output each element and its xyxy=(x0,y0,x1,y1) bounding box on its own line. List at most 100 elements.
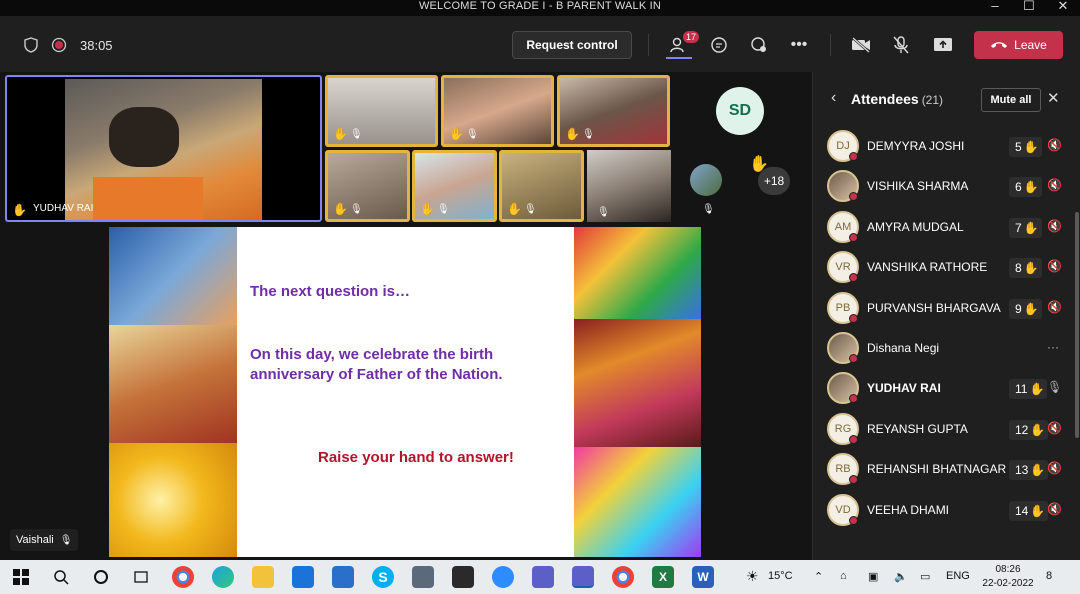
minimize-icon[interactable]: – xyxy=(980,0,1010,12)
overflow-participants-button[interactable]: +18 xyxy=(758,167,790,195)
share-screen-icon[interactable] xyxy=(932,34,954,56)
hand-order: 13 xyxy=(1015,463,1029,478)
avatar: PB xyxy=(827,291,859,324)
slide-prompt: Raise your hand to answer! xyxy=(318,449,514,466)
status-dot xyxy=(849,515,858,525)
participant-tile[interactable]: ✋ 🎙 xyxy=(412,150,497,222)
raised-hand-badge: 7 ✋ xyxy=(1009,217,1042,238)
edge-icon[interactable] xyxy=(212,566,234,588)
camera-off-icon[interactable] xyxy=(850,34,872,56)
leave-button[interactable]: Leave xyxy=(974,31,1063,59)
attendee-list: DJ DEMYYRA JOSHI 5 ✋ 🔇 VISHIKA SHARMA 6 ✋ 🔇 AM AMY… xyxy=(813,126,1080,560)
raised-hand-badge: 11 ✋ xyxy=(1009,379,1048,400)
mic-off-icon[interactable]: 🔇 xyxy=(1047,502,1062,516)
close-panel-icon[interactable]: ✕ xyxy=(1047,89,1060,107)
excel-icon[interactable]: X xyxy=(652,566,674,588)
status-dot xyxy=(849,313,858,323)
weather-temp[interactable]: 15°C xyxy=(768,570,793,582)
raised-hand-badge: 8 ✋ xyxy=(1009,258,1042,279)
mic-off-icon[interactable]: 🔇 xyxy=(1047,138,1062,152)
attendee-row[interactable]: PB PURVANSH BHARGAVA 9 ✋ 🔇 xyxy=(825,290,1075,326)
meeting-title: WELCOME TO GRADE I - B PARENT WALK IN xyxy=(418,0,662,12)
raised-hand-badge: 6 ✋ xyxy=(1009,177,1042,198)
clock[interactable]: 08:26 22-02-2022 xyxy=(978,563,1038,591)
attendee-row[interactable]: AM AMYRA MUDGAL 7 ✋ 🔇 xyxy=(825,209,1075,245)
status-dot xyxy=(849,192,858,202)
more-options-icon[interactable]: ··· xyxy=(1047,340,1059,354)
attendee-name: VANSHIKA RATHORE xyxy=(867,260,988,275)
file-explorer-icon[interactable] xyxy=(252,566,274,588)
mic-off-icon[interactable]: 🔇 xyxy=(1047,300,1062,314)
attendee-row[interactable]: RB REHANSHI BHATNAGAR 13 ✋ 🔇 xyxy=(825,451,1075,487)
task-view-icon[interactable] xyxy=(130,566,152,588)
raised-hand-icon: ✋ xyxy=(449,127,464,141)
mic-off-icon[interactable]: 🔇 xyxy=(1047,421,1062,435)
request-control-button[interactable]: Request control xyxy=(512,31,632,59)
store-icon[interactable] xyxy=(292,566,314,588)
windows-start-icon[interactable] xyxy=(10,566,32,588)
close-icon[interactable]: ✕ xyxy=(1048,0,1078,12)
back-chevron-icon[interactable]: ‹ xyxy=(831,89,836,107)
meeting-timer: 38:05 xyxy=(80,38,113,53)
meet-now-icon[interactable]: ▣ xyxy=(868,570,878,583)
mail-icon[interactable] xyxy=(332,566,354,588)
volume-icon[interactable]: 🔈 xyxy=(894,570,908,583)
chrome-icon[interactable] xyxy=(612,566,634,588)
raised-hand-icon: ✋ xyxy=(565,127,580,141)
maximize-icon[interactable]: ☐ xyxy=(1014,0,1044,12)
attendee-row[interactable]: YUDHAV RAI 11 ✋ 🎙 xyxy=(825,370,1075,406)
time: 08:26 xyxy=(995,564,1021,575)
teams-icon[interactable] xyxy=(532,566,554,588)
notification-icon[interactable]: 8 xyxy=(1046,570,1052,582)
attendee-row[interactable]: RG REYANSH GUPTA 12 ✋ 🔇 xyxy=(825,411,1075,447)
attendee-row[interactable]: VISHIKA SHARMA 6 ✋ 🔇 xyxy=(825,168,1075,204)
participant-tile[interactable]: ✋ 🎙 xyxy=(557,75,670,147)
raised-hand-icon: ✋ xyxy=(333,127,348,141)
participant-tile[interactable]: ✋ 🎙 xyxy=(325,75,438,147)
raised-hand-icon: ✋ xyxy=(1023,180,1039,195)
participant-tile[interactable]: ✋ 🎙 xyxy=(441,75,554,147)
avatar-initials: RG xyxy=(834,422,852,435)
search-icon[interactable] xyxy=(50,566,72,588)
zoom-icon[interactable] xyxy=(492,566,514,588)
mute-all-button[interactable]: Mute all xyxy=(981,88,1041,112)
reactions-icon[interactable] xyxy=(748,34,770,56)
language[interactable]: ENG xyxy=(946,570,970,582)
status-dot xyxy=(849,475,858,485)
chevron-up-icon[interactable]: ⌃ xyxy=(814,570,823,583)
attendee-row[interactable]: VR VANSHIKA RATHORE 8 ✋ 🔇 xyxy=(825,249,1075,285)
avatar[interactable] xyxy=(690,164,722,196)
performance-icon[interactable] xyxy=(452,566,474,588)
chat-icon[interactable] xyxy=(708,34,730,56)
mic-off-icon: 🎙 xyxy=(524,204,537,215)
skype-icon[interactable]: S xyxy=(372,566,394,588)
mic-off-icon[interactable]: 🔇 xyxy=(1047,259,1062,273)
avatar xyxy=(827,372,859,405)
phone-hangup-icon xyxy=(991,42,1008,48)
chrome-icon[interactable] xyxy=(172,566,194,588)
mic-off-icon[interactable]: 🔇 xyxy=(1047,219,1062,233)
attendee-row[interactable]: DJ DEMYYRA JOSHI 5 ✋ 🔇 xyxy=(825,128,1075,164)
mic-off-icon[interactable] xyxy=(890,34,912,56)
cortana-icon[interactable] xyxy=(90,566,112,588)
word-icon[interactable]: W xyxy=(692,566,714,588)
teams-active-icon[interactable] xyxy=(572,566,594,588)
shield-icon[interactable] xyxy=(20,34,42,56)
attendee-row[interactable]: Dishana Negi ··· xyxy=(825,330,1075,366)
network-icon[interactable]: ⌂ xyxy=(840,570,847,582)
more-options-icon[interactable]: ••• xyxy=(788,34,810,56)
attendee-row[interactable]: VD VEEHA DHAMI 14 ✋ 🔇 xyxy=(825,492,1075,528)
avatar[interactable]: SD xyxy=(716,87,764,135)
mic-off-icon[interactable]: 🔇 xyxy=(1047,461,1062,475)
mic-on-icon[interactable]: 🎙 xyxy=(1047,380,1062,394)
participant-tile[interactable]: ✋ 🎙 xyxy=(499,150,584,222)
mic-off-icon: 🎙 xyxy=(350,129,363,140)
participant-tile[interactable]: ✋ 🎙 xyxy=(325,150,410,222)
scrollbar[interactable] xyxy=(1075,212,1079,438)
participant-tile[interactable]: 🎙 xyxy=(587,150,671,222)
main-video-tile[interactable]: ✋ YUDHAV RAI xyxy=(5,75,322,222)
calculator-icon[interactable] xyxy=(412,566,434,588)
avatar: RG xyxy=(827,412,859,445)
mic-off-icon[interactable]: 🔇 xyxy=(1047,178,1062,192)
battery-icon[interactable]: ▭ xyxy=(920,570,930,583)
